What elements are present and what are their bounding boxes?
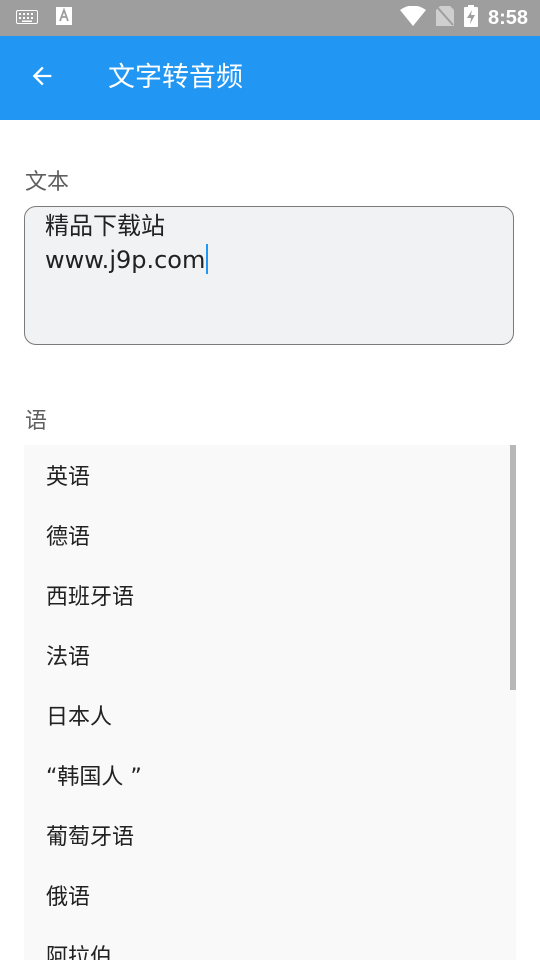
text-input-icon [56,7,72,29]
list-item-arabic[interactable]: 阿拉伯 [24,925,516,960]
list-item-english[interactable]: 英语 [24,445,516,505]
list-item-russian[interactable]: 俄语 [24,865,516,925]
language-list[interactable]: 英语 德语 西班牙语 法语 日本人 “韩国人 ” 葡萄牙语 俄语 阿拉伯 [24,445,516,960]
app-bar: 文字转音频 [0,36,540,120]
text-field-label: 文本 [25,170,70,195]
list-item-french[interactable]: 法语 [24,625,516,685]
page-title: 文字转音频 [108,62,243,93]
status-time: 8:58 [487,6,528,29]
text-input-line-2: www.j9p.com [45,246,206,274]
list-item-spanish[interactable]: 西班牙语 [24,565,516,625]
list-item-japanese[interactable]: 日本人 [24,685,516,745]
language-field-label: 语 [25,409,48,434]
text-input[interactable]: 精品下载站 www.j9p.com [24,206,514,345]
no-sim-icon [435,6,454,30]
list-item-korean[interactable]: “韩国人 ” [24,745,516,805]
status-bar: 8:58 [0,0,540,36]
list-item-german[interactable]: 德语 [24,505,516,565]
battery-charging-icon [463,5,478,31]
keyboard-icon [16,9,38,28]
arrow-left-icon [28,62,56,94]
back-button[interactable] [22,58,62,98]
wifi-icon [399,5,426,30]
list-item-portuguese[interactable]: 葡萄牙语 [24,805,516,865]
list-scrollbar[interactable] [510,445,516,690]
text-input-line-1: 精品下载站 [45,212,165,240]
text-cursor [206,244,209,274]
